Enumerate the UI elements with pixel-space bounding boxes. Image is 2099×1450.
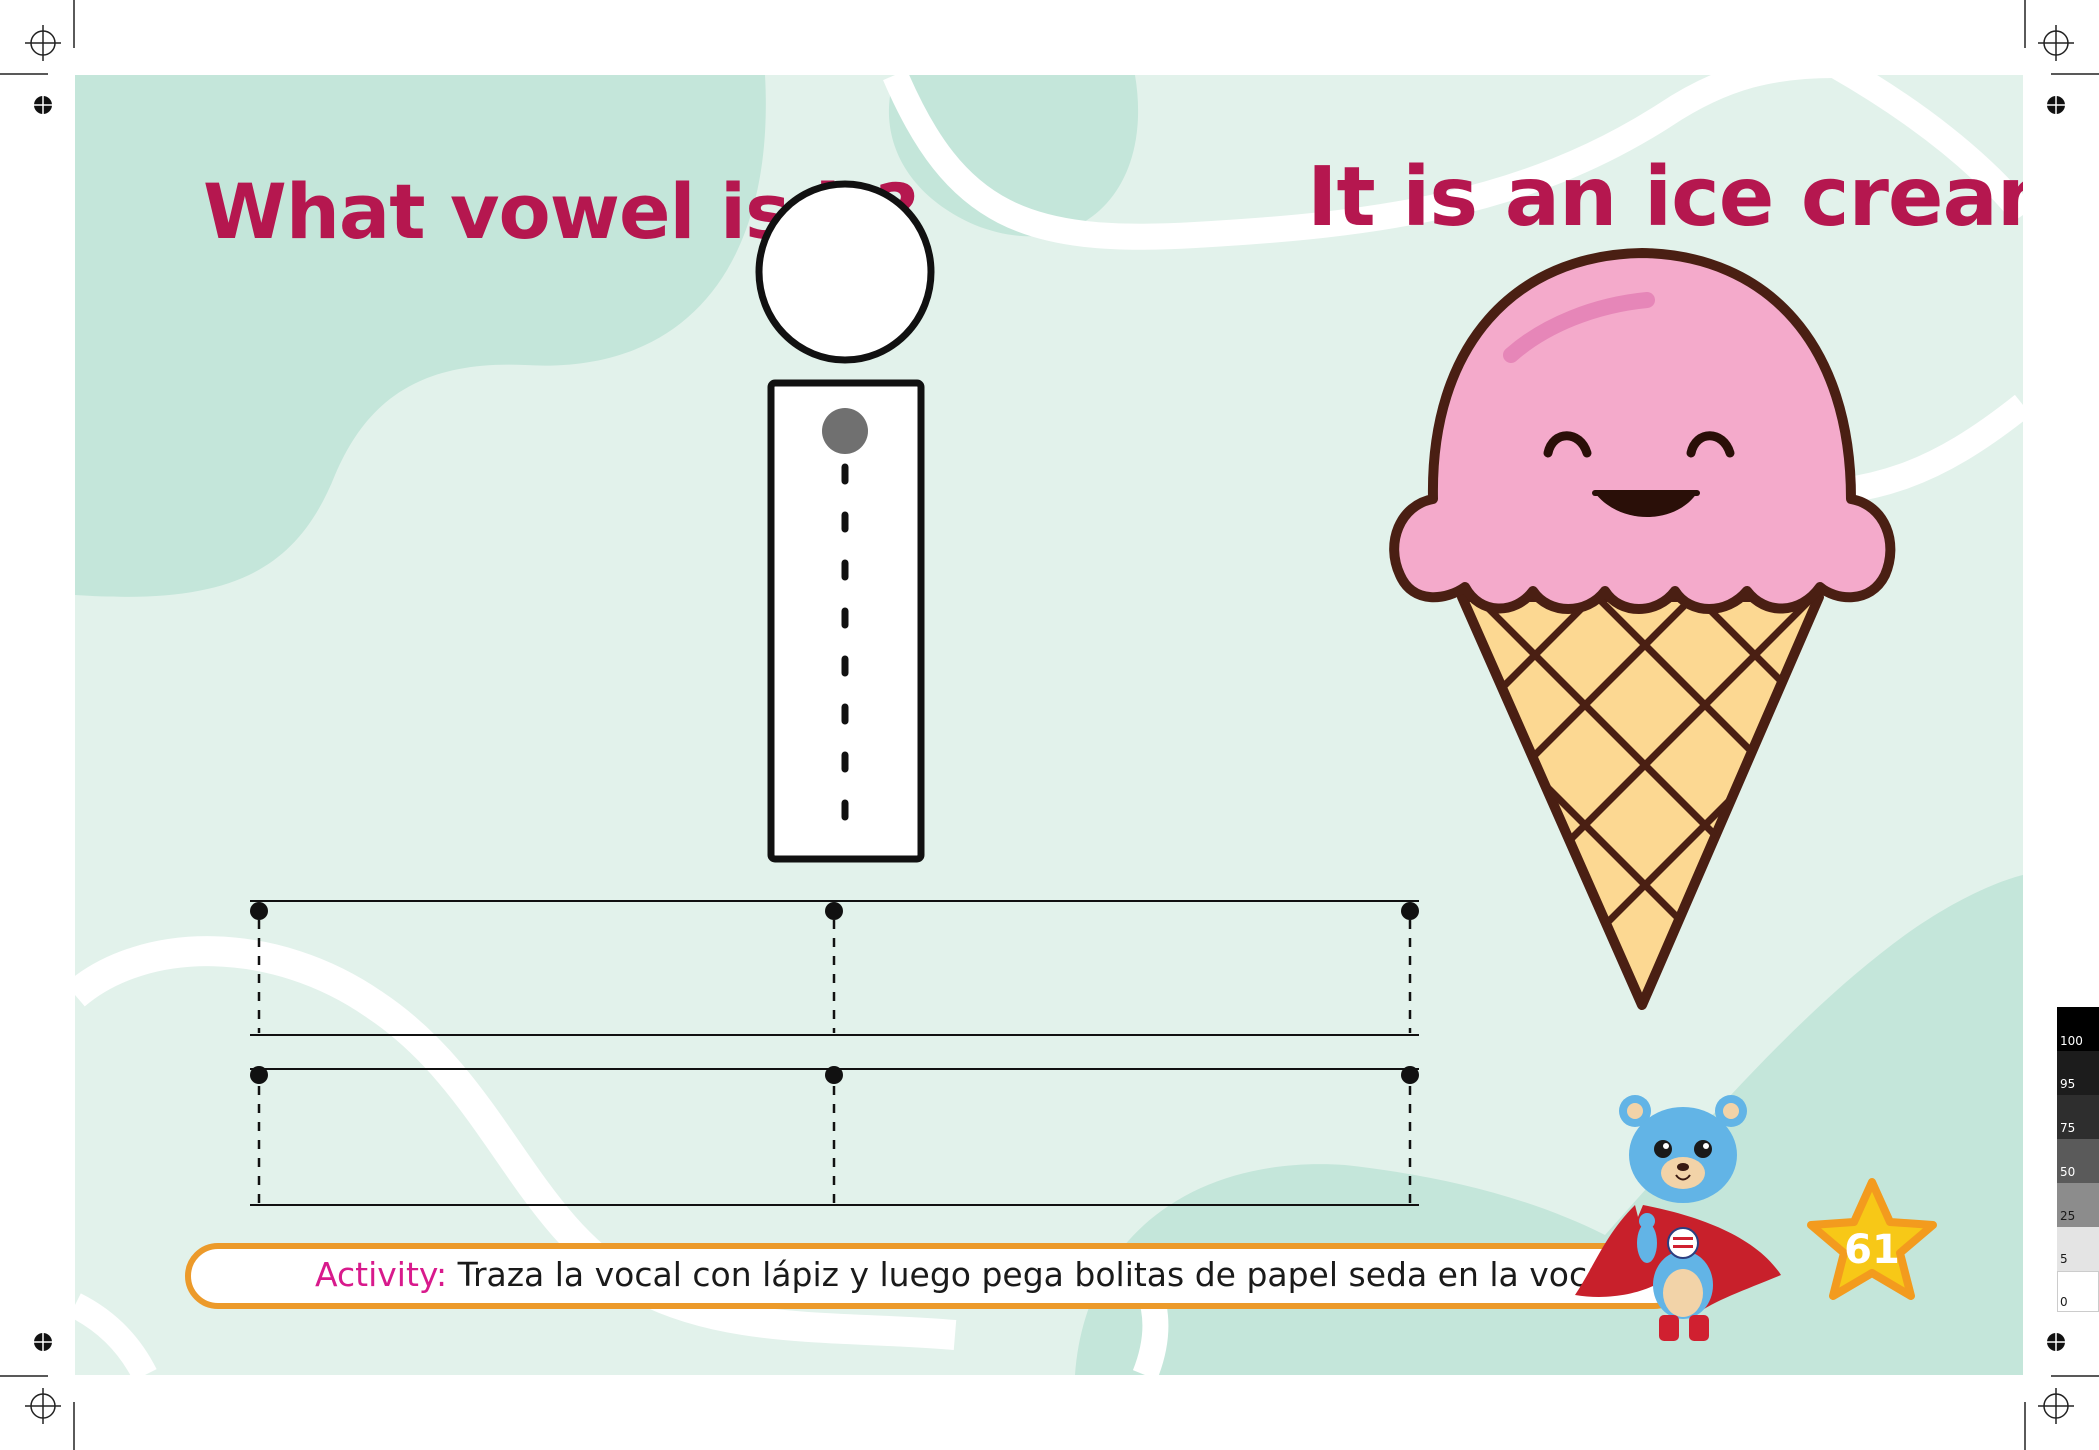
strip-label-25: 25	[2060, 1209, 2076, 1223]
strip-label-0: 0	[2060, 1295, 2068, 1309]
strip-label-75: 75	[2060, 1121, 2076, 1135]
worksheet-page: What vowel is it? It is an ice cream Act…	[75, 75, 2023, 1375]
strip-label-100: 100	[2060, 1034, 2083, 1048]
strip-label-50: 50	[2060, 1165, 2076, 1179]
color-strip	[2057, 1007, 2099, 1312]
strip-label-5: 5	[2060, 1252, 2068, 1266]
strip-label-95: 95	[2060, 1077, 2076, 1091]
star-icon	[1807, 1178, 1937, 1300]
page-number: 61	[1844, 1227, 1900, 1273]
